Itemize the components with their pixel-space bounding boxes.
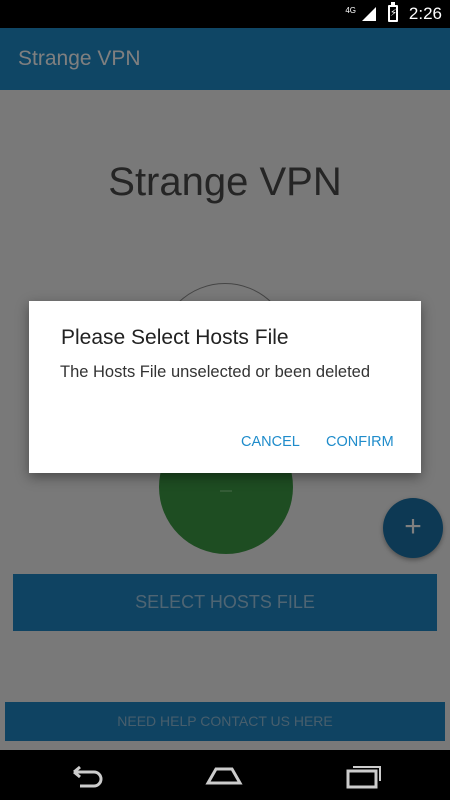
cancel-button[interactable]: CANCEL [241,434,300,450]
battery-icon: ⚡ [388,2,398,22]
status-bar: 4G ⚡ 2:26 [0,0,450,28]
home-icon[interactable] [204,763,244,789]
dialog-title: Please Select Hosts File [61,326,289,349]
confirm-button[interactable]: CONFIRM [326,434,394,450]
recents-icon[interactable] [344,763,384,789]
network-type: 4G [345,6,356,15]
signal-icon [362,7,376,21]
hosts-file-dialog: Please Select Hosts File The Hosts File … [29,301,421,473]
navigation-bar [0,750,450,800]
dialog-message: The Hosts File unselected or been delete… [60,363,371,381]
clock: 2:26 [408,4,442,23]
back-icon[interactable] [66,763,106,789]
